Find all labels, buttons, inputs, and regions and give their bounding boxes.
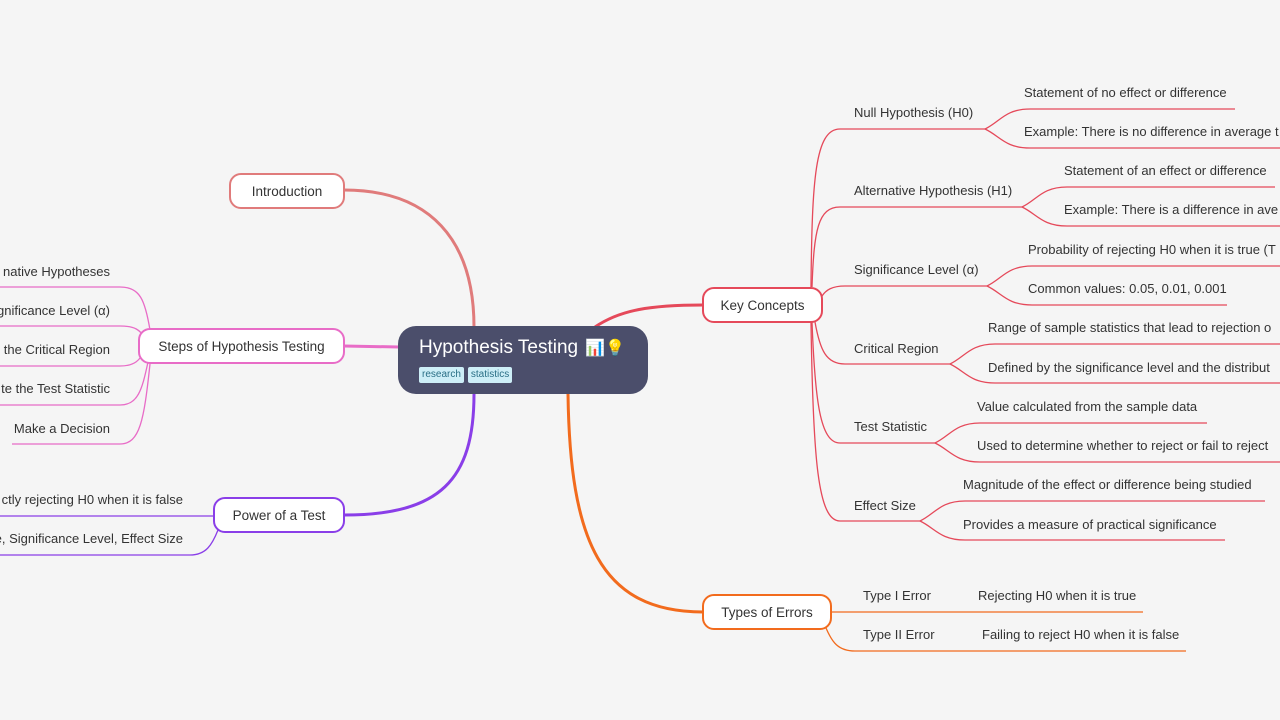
link-root-errors: [566, 393, 704, 614]
steps-item[interactable]: native Hypotheses: [3, 264, 110, 280]
power-item[interactable]: e, Significance Level, Effect Size: [0, 531, 183, 547]
branch-types-of-errors[interactable]: Types of Errors: [702, 594, 832, 630]
tag-statistics[interactable]: statistics: [467, 367, 513, 383]
kc-significance-level[interactable]: Significance Level (α): [854, 262, 979, 278]
kc-null-hypothesis[interactable]: Null Hypothesis (H0): [854, 105, 973, 121]
error-type-1-desc[interactable]: Rejecting H0 when it is true: [978, 588, 1136, 604]
link-steps-child-2: [0, 325, 146, 339]
kc-leaf[interactable]: Common values: 0.05, 0.01, 0.001: [1028, 281, 1227, 297]
kc-leaf[interactable]: Defined by the significance level and th…: [988, 360, 1270, 376]
kc-leaf[interactable]: Example: There is a difference in ave: [1064, 202, 1278, 218]
steps-item[interactable]: Make a Decision: [14, 421, 110, 437]
tag-research[interactable]: research: [419, 367, 464, 383]
branch-steps[interactable]: Steps of Hypothesis Testing: [138, 328, 345, 364]
branch-key-concepts[interactable]: Key Concepts: [702, 287, 823, 323]
branch-power[interactable]: Power of a Test: [213, 497, 345, 533]
kc-leaf[interactable]: Provides a measure of practical signific…: [963, 517, 1217, 533]
error-type-2-desc[interactable]: Failing to reject H0 when it is false: [982, 627, 1179, 643]
kc-leaf[interactable]: Used to determine whether to reject or f…: [977, 438, 1268, 454]
root-node[interactable]: Hypothesis Testing 📊💡 research statistic…: [398, 326, 648, 394]
link-root-keyconcepts: [594, 303, 704, 329]
steps-item[interactable]: the Critical Region: [4, 342, 110, 358]
steps-item[interactable]: gnificance Level (α): [0, 303, 110, 319]
kc-critical-region[interactable]: Critical Region: [854, 341, 939, 357]
error-type-1[interactable]: Type I Error: [863, 588, 931, 604]
kc-leaf[interactable]: Probability of rejecting H0 when it is t…: [1028, 242, 1276, 258]
kc-alternative-hypothesis[interactable]: Alternative Hypothesis (H1): [854, 183, 1012, 199]
link-kc-sig: [821, 285, 987, 297]
kc-leaf[interactable]: Value calculated from the sample data: [977, 399, 1197, 415]
link-root-power: [343, 393, 476, 517]
kc-leaf[interactable]: Range of sample statistics that lead to …: [988, 320, 1271, 336]
link-root-steps: [343, 344, 400, 349]
kc-leaf[interactable]: Magnitude of the effect or difference be…: [963, 477, 1252, 493]
tag-list: research statistics: [419, 367, 648, 383]
power-item[interactable]: ctly rejecting H0 when it is false: [2, 492, 183, 508]
kc-leaf[interactable]: Statement of an effect or difference: [1064, 163, 1267, 179]
chart-lightbulb-icon: 📊💡: [585, 340, 626, 357]
kc-effect-size[interactable]: Effect Size: [854, 498, 916, 514]
root-title-text: Hypothesis Testing: [419, 337, 579, 358]
mindmap-canvas[interactable]: Hypothesis Testing 📊💡 research statistic…: [0, 0, 1280, 720]
error-type-2[interactable]: Type II Error: [863, 627, 935, 643]
branch-introduction[interactable]: Introduction: [229, 173, 345, 209]
link-root-introduction: [343, 188, 476, 328]
root-title: Hypothesis Testing 📊💡: [419, 335, 648, 362]
kc-leaf[interactable]: Statement of no effect or difference: [1024, 85, 1227, 101]
kc-test-statistic[interactable]: Test Statistic: [854, 419, 927, 435]
kc-leaf[interactable]: Example: There is no difference in avera…: [1024, 124, 1279, 140]
steps-item[interactable]: te the Test Statistic: [1, 381, 110, 397]
